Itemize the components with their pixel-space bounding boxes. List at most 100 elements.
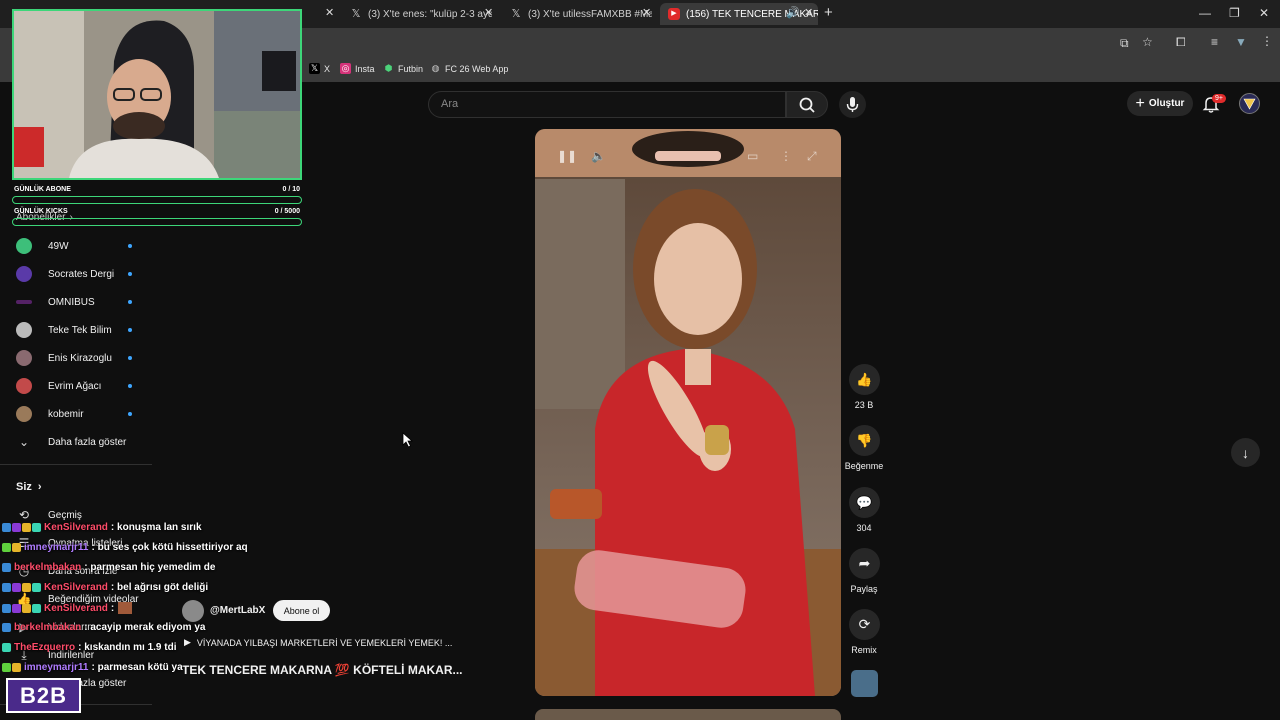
share-label: Paylaş xyxy=(850,584,878,594)
minimize-icon[interactable]: — xyxy=(1199,6,1211,20)
sidebar-item-omnibus[interactable]: OMNIBUS xyxy=(16,292,146,312)
subscribe-button[interactable]: Abone ol xyxy=(273,600,330,621)
next-short-preview[interactable] xyxy=(535,709,841,720)
playlist-link[interactable]: ▶ VİYANADA YILBAŞI MARKETLERİ VE YEMEKLE… xyxy=(184,637,452,648)
avatar-logo-icon xyxy=(1243,98,1256,110)
goal-label: GÜNLÜK ABONE xyxy=(14,186,71,193)
pause-icon[interactable]: ❚❚ xyxy=(557,149,577,163)
bookmark-insta[interactable]: ◎ Insta xyxy=(340,63,375,74)
tab-x-2[interactable]: 𝕏 (3) X'te utilessFAMXBB #Marescu xyxy=(502,3,652,25)
close-icon[interactable]: ✕ xyxy=(642,6,651,19)
account-avatar[interactable] xyxy=(1239,93,1260,114)
voice-search-button[interactable] xyxy=(839,91,866,118)
chat-message: imneymarjr11 : parmesan kötü ya xyxy=(2,662,183,673)
short-video-player[interactable]: ❚❚ 🔈 ▭ ⋮ ⤢ xyxy=(535,129,841,696)
sidebar-item-enis[interactable]: Enis Kirazoglu xyxy=(16,348,146,368)
goal-progress-bar xyxy=(12,218,302,226)
tab-x-1[interactable]: 𝕏 (3) X'te enes: "kulüp 2-3 aydır ş xyxy=(342,3,492,25)
create-button[interactable]: + Oluştur xyxy=(1127,91,1193,116)
channel-avatar xyxy=(16,406,32,422)
fullscreen-icon[interactable]: ⤢ xyxy=(807,149,817,164)
tab-partial[interactable] xyxy=(306,3,342,25)
new-content-dot xyxy=(128,328,132,332)
create-label: Oluştur xyxy=(1148,98,1185,109)
close-window-icon[interactable]: ✕ xyxy=(1259,6,1269,20)
like-button[interactable]: 👍 xyxy=(849,364,880,395)
chat-message: berkelmbakan : acayip merak ediyom ya xyxy=(2,622,205,633)
chat-text: : bel ağrısı göt deliği xyxy=(110,582,209,593)
search-input[interactable]: Ara xyxy=(428,91,786,118)
maximize-icon[interactable]: ❐ xyxy=(1229,6,1240,20)
speaker-icon[interactable]: 🔊 xyxy=(786,6,800,19)
bookmark-fc26[interactable]: ◍ FC 26 Web App xyxy=(430,63,509,74)
remix-button[interactable]: ⟳ xyxy=(849,609,880,640)
more-icon[interactable]: ⋮ xyxy=(780,149,792,163)
webcam-overlay xyxy=(12,9,302,180)
you-header-label: Siz xyxy=(16,481,32,493)
channel-logo-text: B2B xyxy=(19,682,67,708)
star-icon[interactable]: ☆ xyxy=(1142,35,1153,49)
chat-username: KenSilverand xyxy=(44,582,108,593)
new-content-dot xyxy=(128,272,132,276)
show-more-subscriptions[interactable]: ⌄ Daha fazla göster xyxy=(16,432,146,452)
notification-badge: 9+ xyxy=(1212,94,1226,103)
chat-message: KenSilverand : xyxy=(2,602,133,614)
subscribe-label: Abone ol xyxy=(283,605,320,616)
goal-value: 0 / 10 xyxy=(282,186,300,193)
comments-button[interactable]: 💬 xyxy=(849,487,880,518)
channel-handle[interactable]: @MertLabX xyxy=(210,605,265,616)
channel-avatar[interactable] xyxy=(182,600,204,622)
sidebar-item-teke-tek[interactable]: Teke Tek Bilim xyxy=(16,320,146,340)
sidebar-item-kobemir[interactable]: kobemir xyxy=(16,404,146,424)
short-title[interactable]: TEK TENCERE MAKARNA 💯 KÖFTELİ MAKAR... xyxy=(182,663,463,677)
next-short-button[interactable]: ↓ xyxy=(1231,438,1260,467)
dislike-button[interactable]: 👎 xyxy=(849,425,880,456)
sidebar-item-history[interactable]: ⟲ Geçmiş xyxy=(16,507,82,523)
channel-name: OMNIBUS xyxy=(48,296,95,308)
channel-name: Evrim Ağacı xyxy=(48,380,102,392)
channel-avatar xyxy=(16,322,32,338)
channel-name: Socrates Dergi xyxy=(48,268,115,280)
you-header[interactable]: Siz › xyxy=(16,481,42,493)
media-icon[interactable]: ≡ xyxy=(1211,35,1218,49)
volume-icon[interactable]: 🔈 xyxy=(591,149,606,163)
mouse-cursor-icon xyxy=(402,432,414,448)
tab-title: (3) X'te utilessFAMXBB #Marescu xyxy=(528,8,652,20)
cast-icon[interactable]: ⧉ xyxy=(1120,36,1129,51)
sound-thumbnail[interactable] xyxy=(851,670,878,697)
close-icon[interactable]: ✕ xyxy=(484,6,493,19)
bookmark-label: FC 26 Web App xyxy=(445,63,509,74)
chat-username: berkelmbakan xyxy=(14,622,82,633)
captions-icon[interactable]: ▭ xyxy=(747,149,758,163)
menu-icon[interactable]: ⋮ xyxy=(1261,34,1273,48)
futbin-icon: ⬢ xyxy=(384,63,393,73)
bookmark-x[interactable]: 𝕏 X xyxy=(309,63,330,74)
close-icon[interactable]: ✕ xyxy=(804,6,813,19)
chevron-down-icon: ⌄ xyxy=(18,435,30,449)
new-tab-icon[interactable]: + xyxy=(824,4,833,21)
chat-text: : parmesan kötü ya xyxy=(91,662,183,673)
chat-username: KenSilverand xyxy=(44,602,108,614)
new-content-dot xyxy=(128,300,132,304)
thumbs-down-icon: 👎 xyxy=(856,432,873,448)
chat-username: TheEzquerro xyxy=(14,642,76,653)
bookmark-label: X xyxy=(324,63,331,74)
sidebar-divider xyxy=(0,464,152,465)
emote-icon xyxy=(118,602,133,614)
close-icon[interactable]: ✕ xyxy=(325,6,334,19)
bookmark-label: Futbin xyxy=(398,63,424,74)
profile-icon[interactable]: ▼ xyxy=(1235,35,1247,49)
mic-icon xyxy=(846,97,859,112)
bookmark-label: Insta xyxy=(355,63,375,74)
sidebar-item-49w[interactable]: 49W xyxy=(16,236,146,256)
goal-label: GÜNLÜK KICKS xyxy=(14,208,68,215)
extensions-icon[interactable]: ⧠ xyxy=(1176,35,1186,50)
plus-icon: + xyxy=(1135,94,1145,112)
sidebar-item-evrim[interactable]: Evrim Ağacı xyxy=(16,376,146,396)
chevron-right-icon: › xyxy=(37,481,42,493)
sidebar-item-socrates[interactable]: Socrates Dergi xyxy=(16,264,146,284)
like-count: 23 B xyxy=(854,400,874,410)
search-button[interactable] xyxy=(786,91,828,118)
share-button[interactable]: ➦ xyxy=(849,548,880,579)
bookmark-futbin[interactable]: ⬢ Futbin xyxy=(383,63,423,74)
